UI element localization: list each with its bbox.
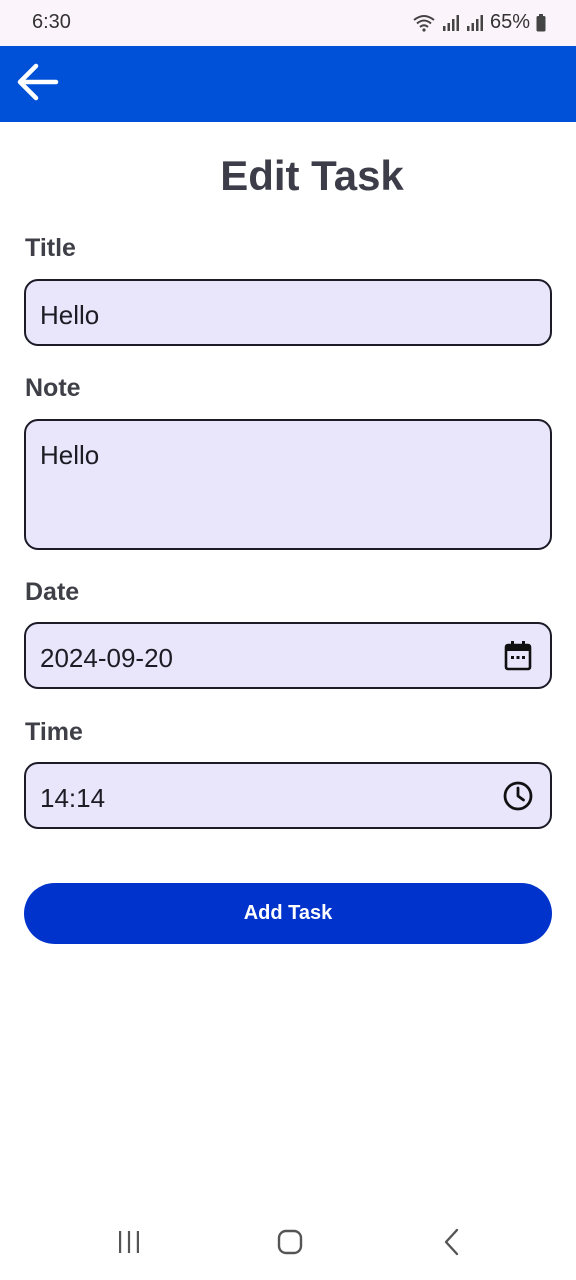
recents-icon — [116, 1230, 142, 1259]
nav-home-button[interactable] — [270, 1228, 310, 1260]
app-bar — [0, 46, 576, 122]
date-field[interactable]: 2024-09-20 — [24, 622, 552, 689]
page-title: Edit Task — [220, 152, 404, 199]
title-field[interactable]: Hello — [24, 279, 552, 346]
note-label: Note — [25, 374, 81, 402]
status-bar: 6:30 65% — [0, 0, 576, 46]
date-label: Date — [25, 578, 80, 606]
title-value: Hello — [40, 300, 100, 330]
battery-percent: 65% — [489, 11, 530, 33]
time-label: Time — [25, 718, 83, 746]
battery-icon — [536, 13, 546, 32]
time-field[interactable]: 14:14 — [24, 762, 552, 829]
signal-icon — [442, 14, 460, 31]
wifi-icon — [412, 14, 436, 32]
signal-icon — [466, 14, 484, 31]
status-icons: 65% — [412, 11, 546, 34]
nav-back-button[interactable] — [432, 1228, 472, 1260]
calendar-icon[interactable] — [502, 640, 534, 672]
status-time: 6:30 — [32, 11, 71, 33]
date-value: 2024-09-20 — [40, 643, 173, 673]
back-button[interactable] — [14, 62, 60, 106]
chevron-left-icon — [442, 1228, 462, 1261]
note-field[interactable]: Hello — [24, 419, 552, 550]
nav-recents-button[interactable] — [109, 1228, 149, 1260]
title-label: Title — [25, 234, 76, 262]
add-task-button[interactable]: Add Task — [24, 883, 552, 944]
arrow-left-icon — [15, 62, 59, 107]
system-nav-bar — [0, 1206, 576, 1280]
time-value: 14:14 — [40, 783, 106, 813]
home-icon — [277, 1229, 303, 1260]
note-value: Hello — [40, 440, 100, 470]
clock-icon[interactable] — [502, 780, 534, 812]
screen: 6:30 65% Edit Task Title Hello Note Hell… — [0, 0, 576, 1280]
